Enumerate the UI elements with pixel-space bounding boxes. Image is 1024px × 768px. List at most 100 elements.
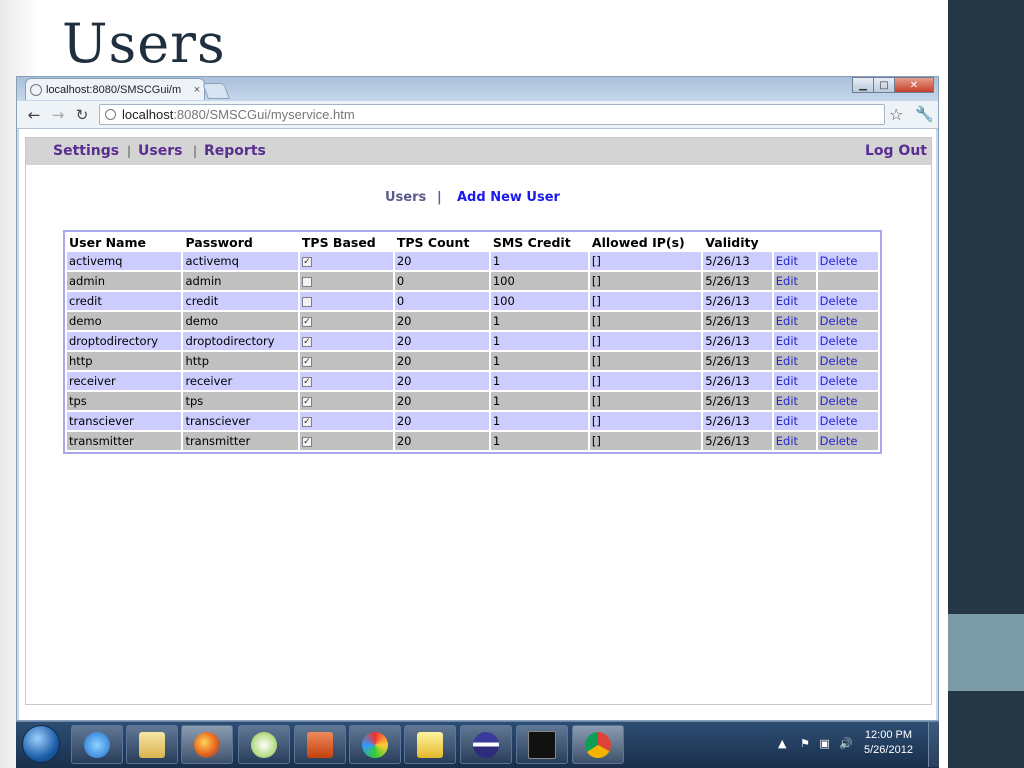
- cell-allowed-ips: []: [589, 412, 702, 430]
- tps-based-checkbox[interactable]: ✓: [301, 256, 312, 267]
- tab-close-icon[interactable]: ×: [190, 84, 204, 96]
- tps-based-checkbox[interactable]: ✓: [301, 316, 312, 327]
- volume-icon[interactable]: 🔊: [839, 737, 853, 750]
- edit-link[interactable]: Edit: [773, 432, 816, 450]
- edit-link[interactable]: Edit: [773, 372, 816, 390]
- chrome-icon[interactable]: [572, 725, 624, 764]
- address-bar[interactable]: localhost:8080/SMSCGui/myservice.htm: [99, 104, 885, 125]
- cell-password: receiver: [183, 372, 298, 390]
- tps-based-checkbox[interactable]: ✓: [301, 376, 312, 387]
- edit-link[interactable]: Edit: [773, 292, 816, 310]
- start-button[interactable]: [22, 725, 60, 763]
- wrench-menu-icon[interactable]: 🔧: [915, 105, 934, 123]
- cell-allowed-ips: []: [589, 332, 702, 350]
- cell-tps-count: 20: [394, 372, 489, 390]
- cell-validity: 5/26/13: [703, 412, 772, 430]
- edit-link[interactable]: Edit: [773, 252, 816, 270]
- back-arrow-icon[interactable]: ←: [25, 106, 43, 124]
- delete-link[interactable]: Delete: [817, 352, 878, 370]
- table-row: receiver receiver ✓ 20 1[] 5/26/13 Edit Delete: [67, 372, 878, 390]
- tab-title: localhost:8080/SMSCGui/m: [46, 83, 182, 96]
- browser-tab[interactable]: localhost:8080/SMSCGui/m ×: [25, 78, 205, 100]
- table-row: activemq activemq ✓ 20 1[] 5/26/13 Edit Delete: [67, 252, 878, 270]
- edit-link[interactable]: Edit: [773, 392, 816, 410]
- delete-link[interactable]: Delete: [817, 432, 878, 450]
- cell-tps-based: ✓: [299, 432, 393, 450]
- delete-link[interactable]: Delete: [817, 292, 878, 310]
- delete-link[interactable]: Delete: [817, 332, 878, 350]
- cell-username: http: [67, 352, 182, 370]
- cell-tps-count: 20: [394, 412, 489, 430]
- logout-link[interactable]: Log Out: [865, 143, 927, 159]
- browser-window: localhost:8080/SMSCGui/m × ▁ □ ✕ ← → ↻ l…: [16, 76, 939, 721]
- cell-allowed-ips: []: [589, 392, 702, 410]
- bookmark-star-icon[interactable]: ☆: [889, 105, 903, 124]
- tps-based-checkbox[interactable]: ✓: [301, 336, 312, 347]
- system-clock[interactable]: 12:00 PM 5/26/2012: [864, 728, 913, 758]
- maximize-button[interactable]: □: [873, 77, 895, 93]
- command-prompt-icon[interactable]: [516, 725, 568, 764]
- internet-explorer-icon[interactable]: [71, 725, 123, 764]
- tps-based-checkbox[interactable]: ✓: [301, 356, 312, 367]
- cell-sms-credit: 100: [490, 272, 588, 290]
- forward-arrow-icon[interactable]: →: [49, 106, 67, 124]
- cell-validity: 5/26/13: [703, 272, 772, 290]
- cell-username: transciever: [67, 412, 182, 430]
- minimize-button[interactable]: ▁: [852, 77, 874, 93]
- cell-sms-credit: 1: [490, 432, 588, 450]
- edit-link[interactable]: Edit: [773, 332, 816, 350]
- tab-strip: localhost:8080/SMSCGui/m × ▁ □ ✕: [17, 77, 938, 101]
- cell-allowed-ips: []: [589, 372, 702, 390]
- show-desktop-button[interactable]: [928, 722, 939, 767]
- slide-right-accent: [948, 614, 1024, 691]
- cell-validity: 5/26/13: [703, 292, 772, 310]
- show-hidden-icons-icon[interactable]: ▲: [778, 737, 786, 750]
- delete-link[interactable]: Delete: [817, 372, 878, 390]
- delete-link[interactable]: Delete: [817, 252, 878, 270]
- firefox-icon[interactable]: [181, 725, 233, 764]
- windows-taskbar: ▲ ⚑ ▣ 🔊 12:00 PM 5/26/2012: [16, 721, 939, 768]
- tps-based-checkbox[interactable]: [301, 296, 312, 307]
- google-talk-icon[interactable]: [238, 725, 290, 764]
- browser-toolbar: ← → ↻ localhost:8080/SMSCGui/myservice.h…: [17, 101, 938, 129]
- subnav-users[interactable]: Users: [385, 190, 426, 205]
- edit-link[interactable]: Edit: [773, 352, 816, 370]
- url-host: localhost: [122, 107, 174, 122]
- eclipse-icon[interactable]: [460, 725, 512, 764]
- tps-based-checkbox[interactable]: ✓: [301, 436, 312, 447]
- cell-sms-credit: 1: [490, 392, 588, 410]
- cell-password: droptodirectory: [183, 332, 298, 350]
- delete-link[interactable]: Delete: [817, 412, 878, 430]
- window-controls: ▁ □ ✕: [852, 77, 934, 95]
- cell-tps-based: ✓: [299, 412, 393, 430]
- nav-users-link[interactable]: Users: [138, 143, 182, 159]
- cell-username: activemq: [67, 252, 182, 270]
- cell-tps-count: 20: [394, 252, 489, 270]
- tps-based-checkbox[interactable]: ✓: [301, 416, 312, 427]
- delete-link[interactable]: Delete: [817, 312, 878, 330]
- table-row: tps tps ✓ 20 1[] 5/26/13 Edit Delete: [67, 392, 878, 410]
- network-icon[interactable]: ▣: [819, 737, 829, 750]
- edit-link[interactable]: Edit: [773, 412, 816, 430]
- nav-reports-link[interactable]: Reports: [204, 143, 266, 159]
- reload-icon[interactable]: ↻: [73, 106, 91, 124]
- new-tab-button[interactable]: [202, 83, 230, 99]
- edit-link[interactable]: Edit: [773, 272, 816, 290]
- powerpoint-icon[interactable]: [294, 725, 346, 764]
- file-explorer-icon[interactable]: [126, 725, 178, 764]
- column-header: [774, 234, 816, 250]
- action-center-icon[interactable]: ⚑: [800, 737, 810, 750]
- cell-tps-based: ✓: [299, 312, 393, 330]
- add-new-user-link[interactable]: Add New User: [457, 190, 560, 205]
- nav-settings-link[interactable]: Settings: [53, 143, 119, 159]
- column-header: Password: [185, 234, 253, 250]
- tps-based-checkbox[interactable]: ✓: [301, 396, 312, 407]
- edit-link[interactable]: Edit: [773, 312, 816, 330]
- paint-icon[interactable]: [349, 725, 401, 764]
- cell-sms-credit: 100: [490, 292, 588, 310]
- close-window-button[interactable]: ✕: [894, 77, 934, 93]
- tps-based-checkbox[interactable]: [301, 276, 312, 287]
- cell-tps-count: 20: [394, 352, 489, 370]
- notepad-chart-icon[interactable]: [404, 725, 456, 764]
- delete-link[interactable]: Delete: [817, 392, 878, 410]
